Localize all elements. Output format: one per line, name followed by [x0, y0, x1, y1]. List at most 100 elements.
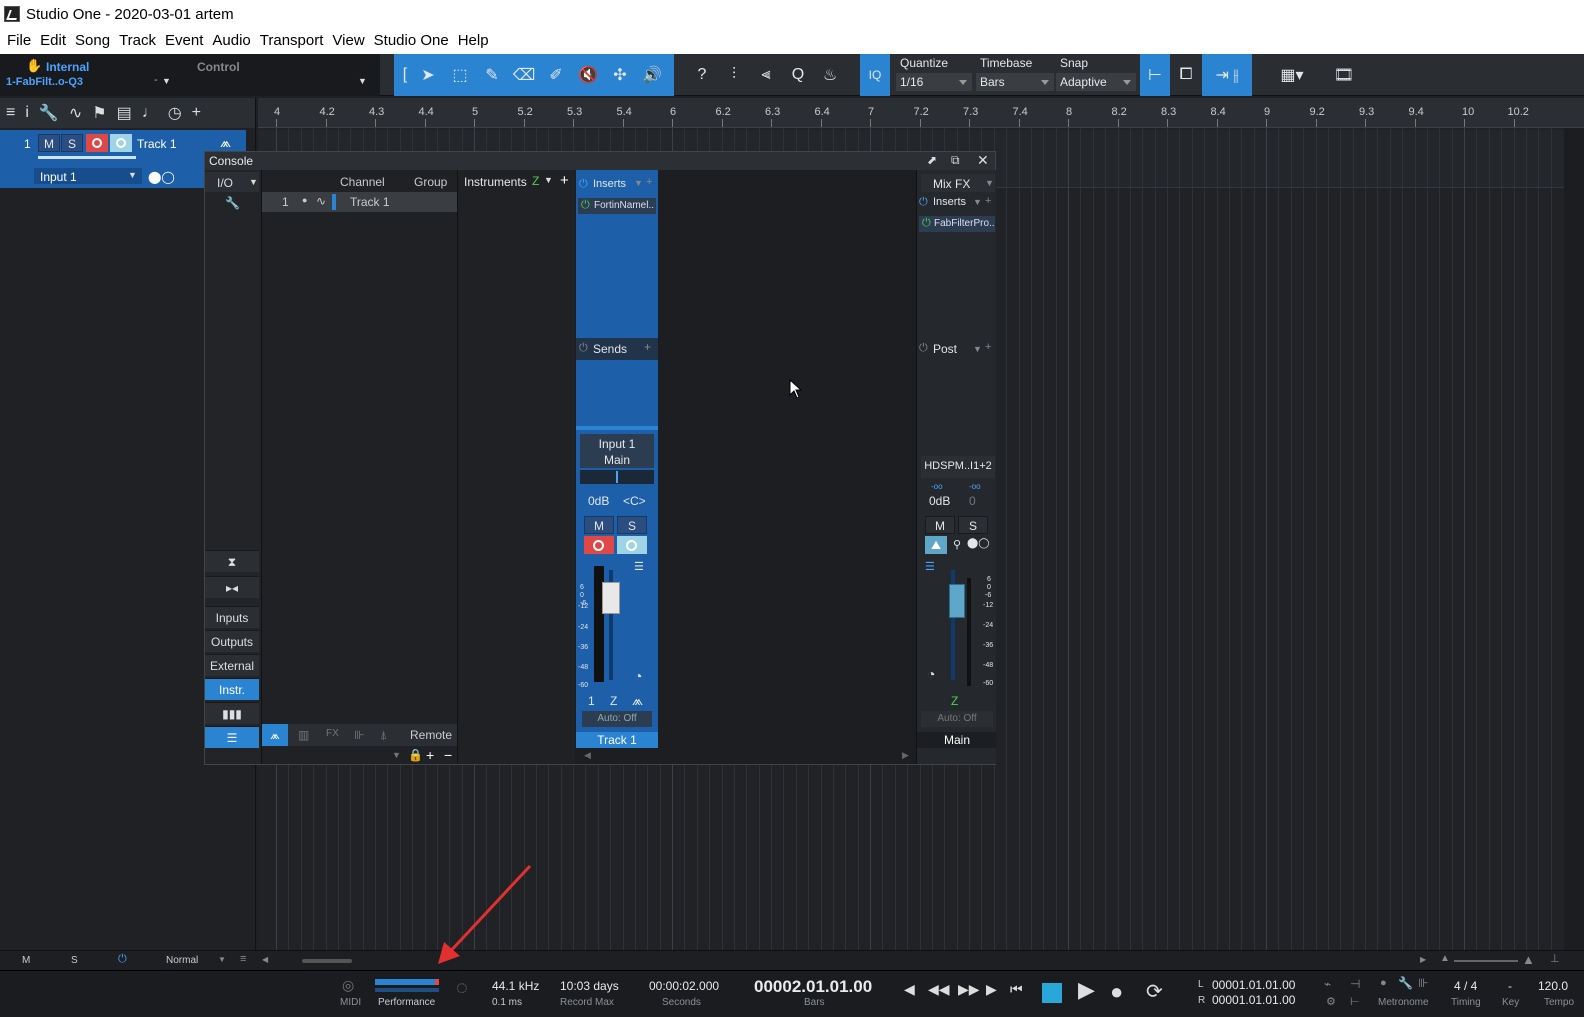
- tempo-value[interactable]: 120.0: [1538, 979, 1568, 993]
- instrument-filter-icon[interactable]: ▥: [298, 728, 309, 742]
- main-fader[interactable]: [949, 584, 965, 618]
- return-to-zero-icon[interactable]: ⏮: [1010, 981, 1023, 998]
- strip-scrollbar[interactable]: ◀ ▶: [576, 748, 916, 764]
- main-pan[interactable]: 0: [969, 494, 976, 508]
- timing-value[interactable]: 4 / 4: [1454, 979, 1477, 993]
- main-volume[interactable]: 0dB: [929, 494, 950, 508]
- menu-edit[interactable]: Edit: [40, 30, 73, 54]
- chevron-down-icon[interactable]: ▼: [544, 175, 553, 185]
- snap-cursor-button[interactable]: ⇥ ⫲: [1202, 54, 1252, 96]
- autoscroll-icon[interactable]: ♨: [818, 60, 842, 90]
- paint-tool-icon[interactable]: ✐: [544, 60, 568, 90]
- main-insert-slot[interactable]: ⏻ FabFilterPro..: [919, 216, 995, 232]
- add-send-icon[interactable]: +: [644, 340, 651, 354]
- maximize-icon[interactable]: ⧉: [951, 153, 960, 168]
- outputs-button[interactable]: Outputs: [205, 630, 259, 652]
- track-solo-button[interactable]: S: [61, 134, 83, 152]
- metronome-settings-icon[interactable]: 🔧: [1398, 976, 1413, 990]
- waveform-icon[interactable]: ⩕: [220, 134, 231, 151]
- insert-slot[interactable]: ⏻ FortinNamel..: [578, 198, 656, 214]
- audio-bend-icon[interactable]: ⫶: [722, 60, 746, 90]
- auto-punch-icon[interactable]: ⊢: [1350, 995, 1360, 1008]
- monitor-button[interactable]: [110, 134, 132, 152]
- snap-select[interactable]: Adaptive: [1056, 73, 1136, 91]
- iq-button[interactable]: IQ: [860, 54, 890, 96]
- waveform-icon[interactable]: ⩕: [632, 692, 643, 709]
- z-icon[interactable]: Z: [610, 694, 617, 708]
- inserts-label[interactable]: Inserts: [593, 178, 626, 190]
- scroll-left-icon[interactable]: ◀: [262, 955, 268, 964]
- menu-track[interactable]: Track: [119, 30, 163, 54]
- pan-knob-icon[interactable]: ◔: [634, 668, 642, 684]
- main-mute-button[interactable]: M: [925, 516, 955, 534]
- main-strip-name[interactable]: Main: [917, 732, 997, 748]
- next-marker-icon[interactable]: ▶: [986, 981, 997, 998]
- instruments-side-button[interactable]: Instr.: [205, 678, 259, 700]
- wrench-icon[interactable]: 🔧: [225, 196, 240, 210]
- sync-label[interactable]: Internal: [46, 60, 89, 74]
- scroll-left-icon[interactable]: ◀: [584, 750, 591, 761]
- menu-view[interactable]: View: [332, 30, 371, 54]
- menu-event[interactable]: Event: [165, 30, 210, 54]
- chevron-down-icon[interactable]: ▼: [973, 344, 982, 354]
- help-button[interactable]: ?: [690, 60, 714, 90]
- rewind-icon[interactable]: ◀◀: [928, 981, 950, 998]
- record-button[interactable]: ●: [1110, 979, 1123, 1005]
- menu-audio[interactable]: Audio: [212, 30, 257, 54]
- main-output-device[interactable]: HDSPM..I1+2: [921, 456, 995, 478]
- zoom-icon[interactable]: Q: [786, 60, 810, 90]
- metronome-icon[interactable]: ●: [1380, 977, 1387, 989]
- loop-end-value[interactable]: 00001.01.01.00: [1212, 993, 1295, 1007]
- menu-studio-one[interactable]: Studio One: [374, 30, 456, 54]
- info-icon[interactable]: i: [25, 104, 29, 122]
- key-value[interactable]: -: [1508, 979, 1512, 993]
- chevron-down-icon[interactable]: ▼: [358, 76, 367, 86]
- stretch-icon[interactable]: ⫷: [754, 60, 778, 90]
- expand-horizontal-icon[interactable]: ▸◂: [205, 576, 259, 598]
- loop-button[interactable]: ⟳: [1146, 979, 1163, 1004]
- timebase-select[interactable]: Bars: [976, 73, 1054, 91]
- eraser-tool-icon[interactable]: ⌫: [512, 60, 536, 90]
- inputs-button[interactable]: Inputs: [205, 606, 259, 628]
- menu-help[interactable]: Help: [458, 30, 496, 54]
- strip-fader[interactable]: [602, 582, 620, 614]
- io-routing[interactable]: Input 1 Main: [580, 434, 654, 468]
- mute-tool-icon[interactable]: 🔇: [576, 60, 600, 90]
- track-input-select[interactable]: Input 1 ▼: [34, 168, 142, 184]
- arrow-tool-icon[interactable]: ➤: [416, 60, 440, 90]
- audio-filter-icon[interactable]: ⩕: [262, 724, 288, 746]
- wrench-icon[interactable]: 🔧: [39, 103, 59, 123]
- strip-record-button[interactable]: [584, 536, 614, 554]
- listen-tool-icon[interactable]: 🔊: [640, 60, 664, 90]
- remote-button[interactable]: Remote: [410, 728, 452, 742]
- strip-name[interactable]: Track 1: [576, 732, 658, 748]
- zoom-out-icon[interactable]: ▲: [1440, 953, 1450, 964]
- add-insert-icon[interactable]: +: [985, 195, 991, 207]
- detach-icon[interactable]: ⬈: [927, 153, 937, 167]
- main-automation[interactable]: Auto: Off: [921, 711, 993, 727]
- clock-icon[interactable]: ◷: [168, 103, 182, 123]
- add-insert-icon[interactable]: +: [646, 176, 652, 188]
- add-instrument-icon[interactable]: +: [560, 172, 569, 189]
- performance-label[interactable]: Performance: [378, 997, 435, 1008]
- chevron-down-icon[interactable]: ▼: [634, 178, 643, 188]
- power-icon[interactable]: ⏻: [579, 178, 588, 191]
- meter-icon[interactable]: ▮▮▮: [205, 702, 259, 724]
- forward-icon[interactable]: ▶▶: [958, 981, 980, 998]
- menu-file[interactable]: File: [7, 30, 38, 54]
- snap-grid-button[interactable]: ⊢: [1140, 54, 1170, 96]
- bus-filter-icon[interactable]: ⊪: [354, 728, 364, 742]
- range-tool-icon[interactable]: ⬚: [448, 60, 472, 90]
- link-icon[interactable]: ⬤◯: [148, 170, 175, 184]
- add-track-icon[interactable]: +: [192, 104, 201, 122]
- chevron-down-icon[interactable]: ▼: [218, 955, 226, 964]
- power-icon[interactable]: ⏻: [579, 342, 588, 355]
- mixfx-select[interactable]: Mix FX ▼: [921, 174, 995, 192]
- grid-options-icon[interactable]: ▦▾: [1272, 60, 1312, 90]
- seconds-value[interactable]: 00:00:02.000: [649, 979, 719, 993]
- pan-knob-icon[interactable]: ◔: [927, 666, 935, 682]
- zoom-slider[interactable]: [1454, 960, 1518, 962]
- meter-options-icon[interactable]: ☰: [925, 560, 935, 573]
- list-view-icon[interactable]: ☰: [205, 726, 259, 748]
- main-monitor-icon[interactable]: ⛰: [925, 536, 947, 554]
